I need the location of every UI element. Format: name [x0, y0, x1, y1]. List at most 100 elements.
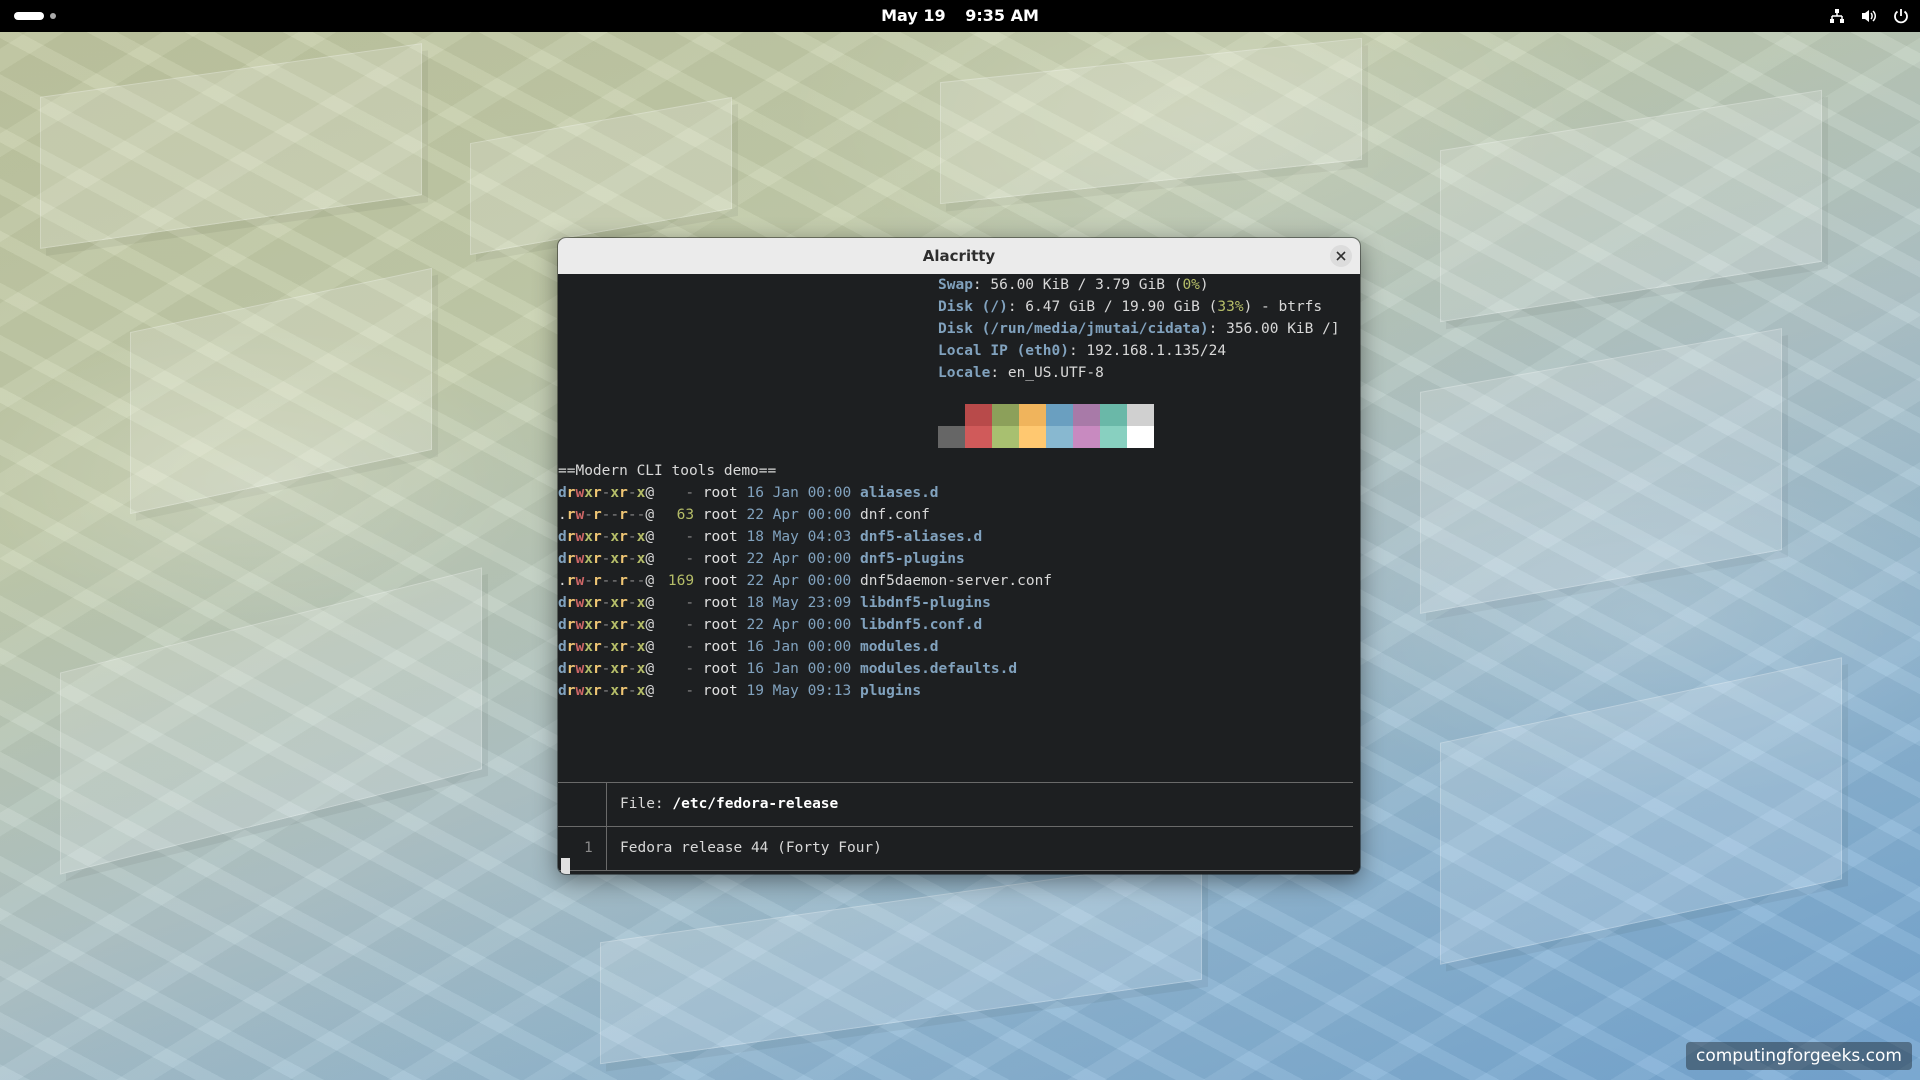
listing-row: drwxr-xr-x@ - root 18 May 23:09 libdnf5-p… [558, 592, 991, 614]
terminal-window[interactable]: Alacritty Swap: 56.00 KiB / 3.79 GiB (0%… [558, 238, 1360, 874]
perm-char: w [575, 551, 585, 567]
perm-char: w [575, 661, 585, 677]
listing-permissions: .rw-r--r--@ [558, 507, 654, 523]
bat-middle-rule [558, 826, 1353, 827]
close-button[interactable] [1330, 245, 1352, 267]
perm-char: x [610, 617, 620, 633]
listing-date: 18 May 04:03 [746, 529, 852, 545]
wallpaper-building [600, 857, 1202, 1065]
clock-button[interactable]: May 19 9:35 AM [0, 0, 1920, 32]
listing-row: drwxr-xr-x@ - root 22 Apr 00:00 dnf5-plug… [558, 548, 965, 570]
power-icon[interactable] [1892, 7, 1910, 25]
perm-char: @ [645, 485, 655, 501]
perm-char: r [592, 551, 602, 567]
wallpaper-building [1440, 657, 1842, 965]
listing-size: - [685, 639, 695, 655]
listing-size: - [685, 683, 695, 699]
listing-name: dnf5daemon-server.conf [859, 573, 1053, 589]
listing-size: - [685, 551, 695, 567]
listing-row: drwxr-xr-x@ - root 16 Jan 00:00 modules.d [558, 636, 939, 658]
listing-name: dnf5-aliases.d [859, 529, 983, 545]
bat-file-label: File: [620, 796, 673, 812]
sysinfo-percent: 33% [1217, 299, 1244, 315]
sysinfo-line: Disk (/run/media/jmutai/cidata): 356.00 … [938, 318, 1340, 340]
perm-char: d [558, 683, 567, 699]
listing-name: dnf5-plugins [859, 551, 965, 567]
perm-char: r [592, 617, 602, 633]
perm-char: d [558, 661, 567, 677]
sysinfo-suffix: ) [1199, 277, 1209, 293]
sysinfo-key: Local IP (eth0) [938, 343, 1069, 359]
bat-file-path: /etc/fedora-release [672, 796, 839, 812]
listing-user: root [702, 595, 738, 611]
sysinfo-key: Disk (/) [938, 299, 1008, 315]
perm-char: . [558, 573, 567, 589]
palette-swatch [1127, 426, 1154, 448]
sysinfo-value: : 56.00 KiB / 3.79 GiB ( [972, 277, 1183, 293]
perm-char: - [627, 595, 637, 611]
listing-permissions: drwxr-xr-x@ [558, 595, 654, 611]
wallpaper-building [60, 567, 482, 875]
listing-size: - [685, 529, 695, 545]
listing-size: - [685, 595, 695, 611]
perm-char: x [584, 529, 593, 545]
perm-char: x [584, 617, 593, 633]
terminal-output[interactable]: Swap: 56.00 KiB / 3.79 GiB (0%) Disk (/):… [558, 274, 1360, 874]
palette-swatch [1100, 426, 1127, 448]
perm-char: x [584, 595, 593, 611]
perm-char: x [584, 639, 593, 655]
volume-icon[interactable] [1860, 7, 1878, 25]
perm-char: x [610, 595, 620, 611]
perm-char: w [575, 683, 585, 699]
perm-char: @ [645, 617, 655, 633]
perm-char: - [627, 661, 637, 677]
perm-char: w [575, 573, 585, 589]
demo-heading: ==Modern CLI tools demo== [558, 463, 777, 479]
listing-date: 22 Apr 00:00 [746, 507, 852, 523]
window-title: Alacritty [922, 247, 996, 265]
bat-line-number: 1 [584, 840, 593, 856]
system-tray[interactable] [1828, 0, 1910, 32]
palette-swatch [1100, 404, 1127, 426]
listing-row: .rw-r--r--@ 63 root 22 Apr 00:00 dnf.conf [558, 504, 930, 526]
perm-char: r [619, 529, 628, 545]
perm-char: w [575, 485, 585, 501]
listing-date: 22 Apr 00:00 [746, 617, 852, 633]
palette-swatch [992, 426, 1019, 448]
listing-user: root [702, 507, 738, 523]
perm-char: r [592, 683, 602, 699]
listing-permissions: drwxr-xr-x@ [558, 529, 654, 545]
perm-char: r [592, 573, 602, 589]
perm-char: . [558, 507, 567, 523]
palette-swatch [992, 404, 1019, 426]
perm-char: d [558, 617, 567, 633]
listing-date: 16 Jan 00:00 [746, 485, 852, 501]
close-icon [1336, 251, 1346, 261]
sysinfo-suffix: ) - btrfs [1243, 299, 1323, 315]
perm-char: - [627, 551, 637, 567]
palette-swatch [938, 426, 965, 448]
perm-char: r [619, 639, 628, 655]
wallpaper-building [130, 267, 432, 515]
perm-char: r [619, 485, 628, 501]
bat-output: File: /etc/fedora-release 1 Fedora relea… [558, 782, 1353, 871]
palette-swatch [1046, 426, 1073, 448]
listing-date: 16 Jan 00:00 [746, 639, 852, 655]
listing-name: libdnf5-plugins [859, 595, 991, 611]
perm-char: r [592, 639, 602, 655]
top-bar: May 19 9:35 AM [0, 0, 1920, 32]
palette-swatch [1127, 404, 1154, 426]
sysinfo-value: : en_US.UTF-8 [990, 365, 1104, 381]
perm-char: w [575, 595, 585, 611]
listing-user: root [702, 551, 738, 567]
perm-char: r [619, 507, 628, 523]
wallpaper-building [40, 43, 422, 249]
sysinfo-key: Locale [938, 365, 991, 381]
window-titlebar[interactable]: Alacritty [558, 238, 1360, 275]
listing-user: root [702, 485, 738, 501]
perm-char: x [610, 683, 620, 699]
listing-user: root [702, 617, 738, 633]
listing-permissions: drwxr-xr-x@ [558, 551, 654, 567]
network-icon[interactable] [1828, 7, 1846, 25]
perm-char: @ [645, 595, 655, 611]
